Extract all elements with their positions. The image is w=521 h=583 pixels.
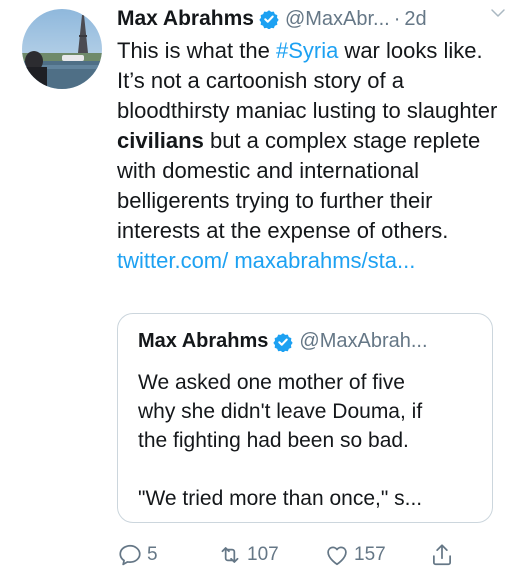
like-icon	[327, 546, 347, 566]
tweet-text: This is what the #Syria war looks like. …	[117, 36, 509, 276]
reply-count: 5	[147, 544, 158, 565]
tweet-text-part: This is what the	[117, 38, 276, 63]
reply-button[interactable]: 5	[117, 538, 158, 572]
quoted-tweet-text: We asked one mother of five why she didn…	[138, 368, 478, 513]
verified-icon	[273, 332, 294, 352]
quoted-author-name: Max Abrahms	[138, 330, 269, 352]
header-separator: ·	[393, 7, 401, 30]
author-handle[interactable]: @MaxAbr...	[285, 8, 390, 31]
hashtag-link[interactable]: #Syria	[276, 38, 338, 63]
like-count: 157	[354, 544, 386, 565]
quoted-tweet[interactable]: Max Abrahms @MaxAbrah... We asked one mo…	[117, 313, 493, 523]
tweet-header: Max Abrahms @MaxAbr... · 2d	[117, 6, 507, 32]
author-name[interactable]: Max Abrahms	[117, 7, 254, 31]
highlighted-term: civilians	[117, 128, 204, 153]
like-button[interactable]: 157	[324, 538, 386, 572]
retweet-icon	[221, 547, 239, 563]
tweet-url-link[interactable]: twitter.com/ maxabrahms/sta...	[117, 248, 415, 273]
share-button[interactable]	[429, 538, 455, 572]
quoted-text-line: We asked one mother of five	[138, 371, 405, 394]
tweet[interactable]: Max Abrahms @MaxAbr... · 2d This is what…	[0, 0, 521, 583]
retweet-count: 107	[247, 544, 279, 565]
share-icon	[433, 544, 451, 566]
avatar[interactable]	[22, 9, 102, 89]
quoted-tweet-header: Max Abrahms @MaxAbrah...	[138, 330, 428, 353]
verified-icon	[259, 10, 279, 29]
retweet-button[interactable]: 107	[217, 538, 279, 572]
quoted-text-line: "We tried more than once," s...	[138, 487, 423, 510]
quoted-text-line: why she didn't leave Douma, if	[138, 400, 423, 423]
tweet-actions: 5 107 157	[117, 538, 507, 572]
tweet-timestamp[interactable]: 2d	[404, 8, 426, 31]
chevron-down-icon[interactable]	[489, 4, 507, 22]
reply-icon	[119, 544, 141, 566]
quoted-author-handle: @MaxAbrah...	[299, 330, 428, 352]
quoted-text-line: the fighting had been so bad.	[138, 429, 409, 452]
